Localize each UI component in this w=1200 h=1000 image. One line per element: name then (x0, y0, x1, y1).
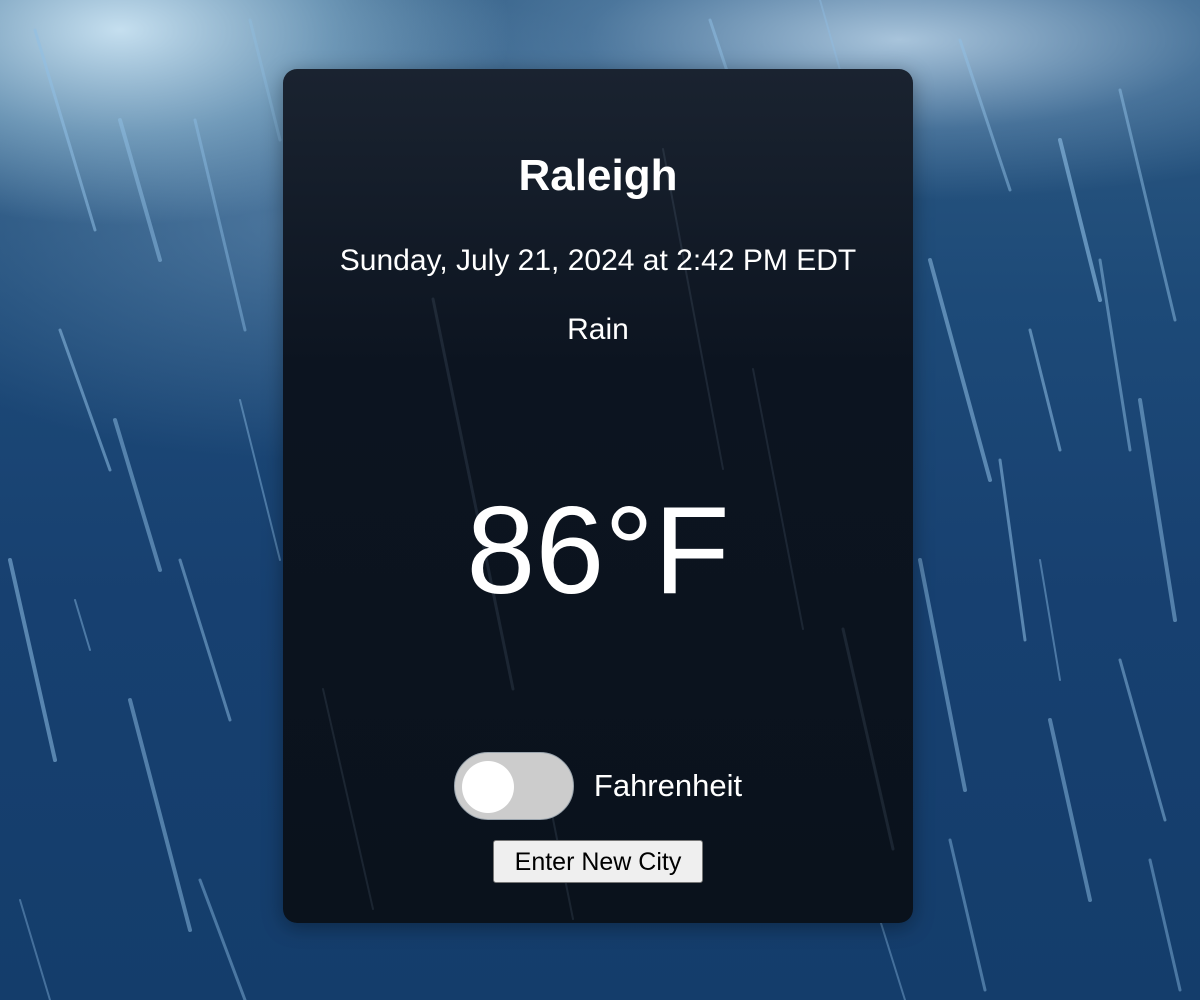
weather-card: Raleigh Sunday, July 21, 2024 at 2:42 PM… (283, 69, 913, 923)
unit-toggle-switch[interactable] (453, 752, 574, 820)
unit-toggle-row: Fahrenheit (283, 751, 913, 821)
city-name: Raleigh (518, 151, 678, 200)
date-time: Sunday, July 21, 2024 at 2:42 PM EDT (339, 244, 857, 277)
temperature: 86°F (466, 482, 730, 620)
weather-condition: Rain (567, 313, 629, 346)
enter-new-city-button[interactable]: Enter New City (493, 840, 703, 883)
unit-label: Fahrenheit (593, 768, 743, 803)
toggle-knob (461, 761, 514, 813)
